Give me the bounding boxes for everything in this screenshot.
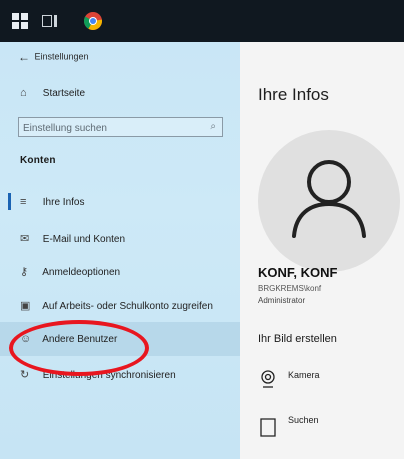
- windows-logo-icon[interactable]: [12, 13, 28, 29]
- sidebar-item-arbeitskonto[interactable]: ▣ Auf Arbeits- oder Schulkonto zugreifen: [20, 299, 213, 312]
- user-role: Administrator: [258, 296, 306, 305]
- person-card-icon: ≡: [20, 196, 27, 208]
- home-link[interactable]: ⌂ Startseite: [20, 87, 85, 99]
- create-picture-title: Ihr Bild erstellen: [258, 333, 337, 345]
- briefcase-icon: ▣: [20, 300, 31, 312]
- search-box[interactable]: ⌕: [18, 117, 223, 138]
- sidebar-item-ihre-infos[interactable]: ≡ Ihre Infos: [20, 196, 84, 208]
- user-name: KONF, KONF: [258, 265, 338, 280]
- taskbar: [0, 0, 404, 42]
- settings-sidebar: ← Einstellungen ⌂ Startseite ⌕ Konten ≡ …: [0, 42, 240, 459]
- back-arrow-icon: ←: [18, 50, 30, 64]
- camera-label: Kamera: [288, 370, 320, 380]
- user-account: BRGKREMS\konf: [258, 284, 322, 293]
- active-indicator: [8, 193, 11, 210]
- back-button[interactable]: ← Einstellungen: [18, 50, 89, 64]
- sidebar-item-email-konten[interactable]: ✉ E-Mail und Konten: [20, 232, 125, 245]
- main-pane: Ihre Infos KONF, KONF BRGKREMS\konf Admi…: [240, 42, 404, 459]
- window-title: Einstellungen: [34, 51, 89, 62]
- sidebar-item-label: E-Mail und Konten: [42, 234, 126, 245]
- home-icon: ⌂: [20, 87, 27, 99]
- settings-search-input[interactable]: [19, 119, 202, 138]
- browse-file-icon: [260, 415, 276, 439]
- user-silhouette-icon: [292, 160, 366, 238]
- task-view-icon[interactable]: [42, 13, 58, 29]
- sidebar-item-label: Anmeldeoptionen: [42, 267, 121, 278]
- sidebar-item-anmeldeoptionen[interactable]: ⚷ Anmeldeoptionen: [20, 265, 120, 278]
- chrome-icon[interactable]: [83, 12, 103, 31]
- browse-label: Suchen: [288, 415, 319, 425]
- home-label: Startseite: [42, 88, 86, 99]
- avatar: [258, 130, 400, 272]
- camera-icon: [260, 370, 276, 390]
- page-title: Ihre Infos: [258, 85, 329, 104]
- annotation-circle: [9, 320, 149, 376]
- sidebar-item-label: Ihre Infos: [42, 197, 85, 208]
- section-title: Konten: [20, 155, 56, 166]
- key-icon: ⚷: [20, 266, 29, 278]
- sidebar-item-label: Auf Arbeits- oder Schulkonto zugreifen: [42, 301, 213, 312]
- mail-icon: ✉: [20, 233, 30, 245]
- search-icon: ⌕: [210, 121, 216, 132]
